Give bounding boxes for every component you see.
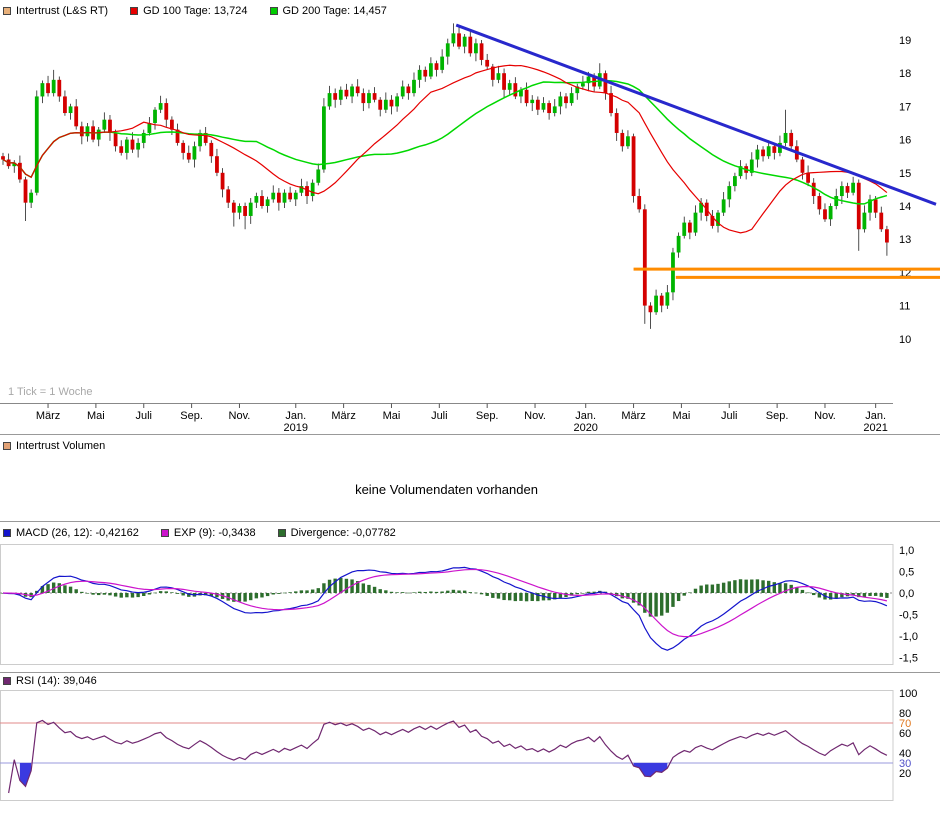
rsi-chart: 100807060403020 bbox=[0, 688, 917, 801]
svg-text:0,0: 0,0 bbox=[899, 588, 914, 600]
svg-text:Mai: Mai bbox=[87, 410, 105, 422]
rsi-legend-item: RSI (14): 39,046 bbox=[3, 675, 97, 687]
svg-text:2019: 2019 bbox=[284, 422, 308, 434]
price-chart: März Mai Juli Sep. Nov. Jan. März Mai Juli Sep. No… bbox=[0, 23, 940, 434]
price-legend: Intertrust (L&S RT) GD 100 Tage: 13,724 … bbox=[0, 0, 940, 22]
svg-text:Mai: Mai bbox=[383, 410, 401, 422]
macd-label: MACD (26, 12): -0,42162 bbox=[16, 527, 139, 539]
candles bbox=[1, 23, 889, 329]
volume-section: Intertrust Volumen keine Volumendaten vo… bbox=[0, 434, 940, 522]
svg-text:16: 16 bbox=[899, 135, 911, 147]
oversold-fill bbox=[633, 763, 668, 777]
svg-text:Sep.: Sep. bbox=[476, 410, 499, 422]
svg-text:Nov.: Nov. bbox=[229, 410, 251, 422]
macd-legend: MACD (26, 12): -0,42162 EXP (9): -0,3438… bbox=[0, 522, 940, 544]
svg-text:60: 60 bbox=[899, 728, 911, 740]
macd-chart: 1,0 0,5 0,0 -0,5 -1,0 -1,5 bbox=[0, 544, 918, 665]
svg-text:Sep.: Sep. bbox=[180, 410, 203, 422]
svg-text:Mai: Mai bbox=[673, 410, 691, 422]
rsi-line bbox=[8, 719, 888, 794]
svg-text:2020: 2020 bbox=[573, 422, 597, 434]
svg-text:-1,0: -1,0 bbox=[899, 631, 918, 643]
gd200-label: GD 200 Tage: 14,457 bbox=[282, 5, 387, 17]
gd200-legend-item: GD 200 Tage: 14,457 bbox=[269, 5, 387, 17]
rsi-legend: RSI (14): 39,046 bbox=[0, 672, 940, 688]
gd100-legend-item: GD 100 Tage: 13,724 bbox=[130, 5, 248, 17]
macd-swatch bbox=[3, 529, 11, 537]
volume-legend: Intertrust Volumen bbox=[0, 435, 940, 457]
instrument-legend-item: Intertrust (L&S RT) bbox=[3, 5, 108, 17]
svg-text:18: 18 bbox=[899, 68, 911, 80]
svg-text:Jan.: Jan. bbox=[575, 410, 596, 422]
svg-text:17: 17 bbox=[899, 101, 911, 113]
svg-text:-1,5: -1,5 bbox=[899, 653, 918, 665]
svg-text:15: 15 bbox=[899, 168, 911, 180]
instrument-label: Intertrust (L&S RT) bbox=[16, 5, 109, 17]
svg-text:10: 10 bbox=[899, 334, 911, 346]
tick-note: 1 Tick = 1 Woche bbox=[8, 386, 92, 398]
volume-empty-message: keine Volumendaten vorhanden bbox=[355, 481, 538, 497]
svg-text:11: 11 bbox=[899, 301, 910, 313]
svg-text:2021: 2021 bbox=[863, 422, 887, 434]
exp-line bbox=[2, 568, 888, 638]
gd100-swatch bbox=[130, 7, 139, 15]
divergence-legend-item: Divergence: -0,07782 bbox=[277, 527, 396, 539]
svg-text:Juli: Juli bbox=[721, 410, 738, 422]
svg-text:0,5: 0,5 bbox=[899, 567, 914, 579]
svg-text:Sep.: Sep. bbox=[766, 410, 789, 422]
gd200-line bbox=[2, 79, 888, 205]
gd100-line bbox=[2, 64, 888, 234]
exp-label: EXP (9): -0,3438 bbox=[173, 527, 256, 539]
svg-text:20: 20 bbox=[899, 768, 911, 780]
svg-text:Juli: Juli bbox=[431, 410, 448, 422]
svg-text:Jan.: Jan. bbox=[865, 410, 886, 422]
trendline bbox=[455, 23, 937, 206]
svg-text:Nov.: Nov. bbox=[814, 410, 836, 422]
volume-label: Intertrust Volumen bbox=[16, 440, 106, 452]
gd100-label: GD 100 Tage: 13,724 bbox=[143, 5, 248, 17]
rsi-label: RSI (14): 39,046 bbox=[16, 674, 97, 687]
volume-legend-item: Intertrust Volumen bbox=[3, 440, 105, 452]
macd-line bbox=[2, 566, 888, 651]
svg-text:März: März bbox=[331, 410, 355, 422]
svg-text:Jan.: Jan. bbox=[285, 410, 306, 422]
svg-text:1,0: 1,0 bbox=[899, 545, 914, 557]
volume-swatch bbox=[3, 442, 11, 450]
exp-swatch bbox=[160, 529, 169, 537]
svg-text:13: 13 bbox=[899, 234, 911, 246]
divergence-label: Divergence: -0,07782 bbox=[290, 527, 396, 539]
rsi-swatch bbox=[3, 676, 11, 685]
svg-text:Nov.: Nov. bbox=[524, 410, 546, 422]
instrument-swatch bbox=[3, 7, 11, 15]
svg-text:-0,5: -0,5 bbox=[899, 610, 918, 622]
svg-text:März: März bbox=[36, 410, 60, 422]
gd200-swatch bbox=[269, 7, 278, 15]
macd-legend-item: MACD (26, 12): -0,42162 bbox=[3, 527, 139, 539]
exp-legend-item: EXP (9): -0,3438 bbox=[160, 527, 256, 539]
svg-text:19: 19 bbox=[899, 35, 911, 47]
svg-text:März: März bbox=[621, 410, 645, 422]
svg-text:100: 100 bbox=[899, 688, 917, 700]
divergence-swatch bbox=[277, 529, 286, 537]
svg-text:14: 14 bbox=[899, 201, 911, 213]
svg-text:Juli: Juli bbox=[135, 410, 152, 422]
